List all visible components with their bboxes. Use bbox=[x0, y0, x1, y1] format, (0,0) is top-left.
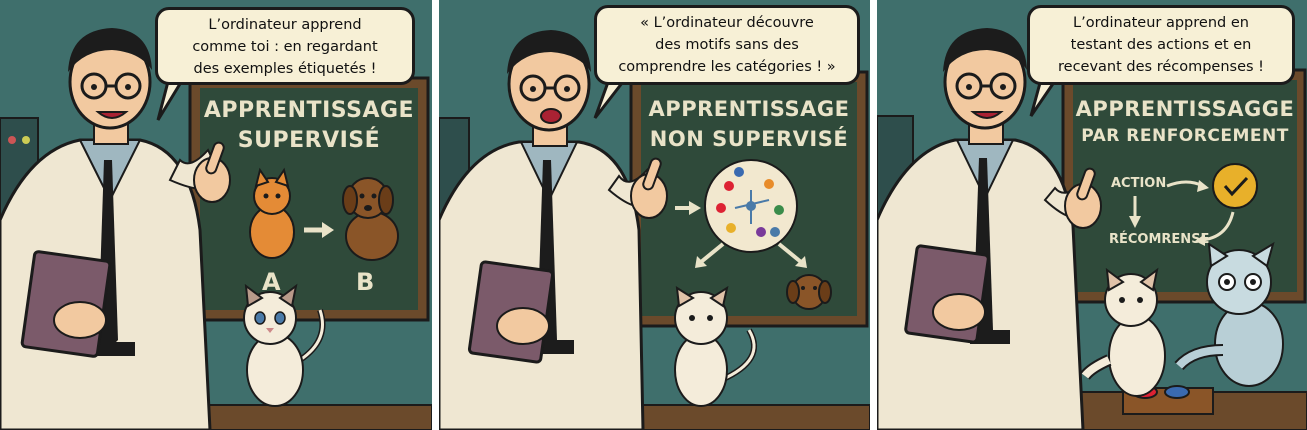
speech-line: testant des actions et en bbox=[1070, 37, 1252, 53]
chalkboard-title-line: APPRENTISSAGE bbox=[203, 98, 415, 123]
chalkboard-title-line: APPRENTISSAGGE bbox=[1075, 97, 1295, 121]
label-reward: RÉCOMRENSE bbox=[1109, 232, 1210, 247]
label-action: ACTION bbox=[1111, 176, 1167, 191]
cluster-circle-icon bbox=[704, 159, 798, 253]
speech-line: L’ordinateur apprend bbox=[208, 17, 362, 33]
comic-panel-reinforcement: L’ordinateur apprend en testant des acti… bbox=[877, 0, 1307, 430]
comic-panel-supervised: L’ordinateur apprend comme toi : en rega… bbox=[0, 0, 432, 430]
label-a: A bbox=[262, 268, 281, 296]
speech-line: recevant des récompenses ! bbox=[1058, 59, 1264, 75]
table bbox=[193, 404, 432, 430]
speech-bubble: L’ordinateur apprend comme toi : en rega… bbox=[155, 7, 415, 85]
dog-drawing-icon bbox=[786, 274, 832, 310]
speech-line: « L’ordinateur découvre bbox=[640, 15, 814, 31]
chalkboard-title-line: APPRENTISSAGE bbox=[648, 97, 850, 121]
chalkboard-title: APPRENTISSAGGE PAR RENFORCEMENT bbox=[1073, 94, 1297, 148]
speech-bubble: L’ordinateur apprend en testant des acti… bbox=[1027, 5, 1295, 85]
speech-bubble: « L’ordinateur découvre des motifs sans … bbox=[594, 5, 860, 85]
checkmark-icon bbox=[1212, 163, 1258, 209]
kitten-drawing-icon bbox=[249, 167, 295, 259]
speech-line: comprendre les catégories ! » bbox=[618, 59, 836, 75]
chalkboard-title-line: SUPERVISÉ bbox=[237, 128, 381, 153]
comic-panel-unsupervised: « L’ordinateur découvre des motifs sans … bbox=[439, 0, 870, 430]
speech-line: L’ordinateur apprend en bbox=[1073, 15, 1249, 31]
chalkboard-title-line: NON SUPERVISÉ bbox=[649, 127, 849, 151]
chalkboard-title-line: PAR RENFORCEMENT bbox=[1081, 126, 1289, 146]
speech-line: des motifs sans des bbox=[655, 37, 799, 53]
chalkboard-title: APPRENTISSAGE NON SUPERVISÉ bbox=[641, 94, 857, 154]
speech-line: des exemples étiquetés ! bbox=[193, 61, 377, 77]
table bbox=[632, 404, 870, 430]
speech-line: comme toi : en regardant bbox=[192, 39, 378, 55]
label-b: B bbox=[356, 268, 375, 296]
chalkboard-title: APPRENTISSAGE SUPERVISÉ bbox=[200, 96, 418, 156]
